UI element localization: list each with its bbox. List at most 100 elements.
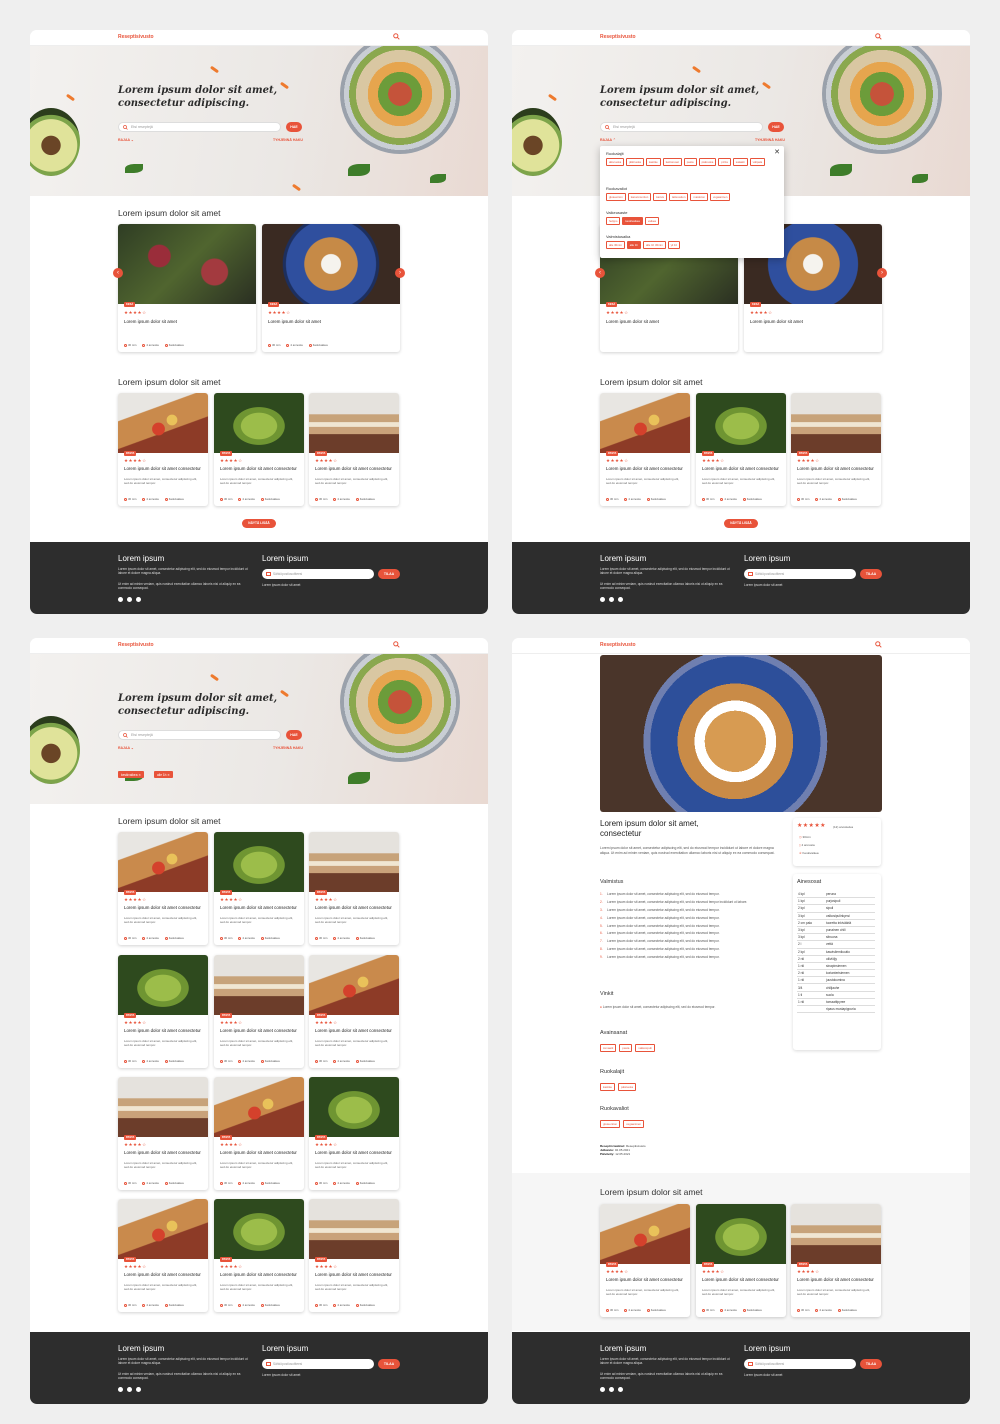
newsletter-email-input[interactable]: Sähköpostiosoitteesi	[744, 569, 856, 579]
recipe-title[interactable]: Lorem ipsum dolor sit amet consectetur	[220, 905, 300, 911]
recipe-card[interactable]: PASTA ★★★★☆ Lorem ipsum dolor sit amet c…	[600, 1204, 690, 1317]
logo[interactable]: Reseptisivusto	[118, 34, 154, 40]
newsletter-email-input[interactable]: Sähköpostiosoitteesi	[262, 1359, 374, 1369]
instagram-icon[interactable]	[609, 1387, 614, 1392]
filter-chip[interactable]: alkuruoka	[606, 158, 625, 166]
logo[interactable]: Reseptisivusto	[118, 642, 154, 648]
subscribe-button[interactable]: TILAA	[378, 569, 400, 579]
filter-chip[interactable]: pääruoka	[698, 158, 717, 166]
recipe-title[interactable]: Lorem ipsum dolor sit amet	[750, 319, 878, 325]
recipe-title[interactable]: Lorem ipsum dolor sit amet consectetur	[124, 1272, 204, 1278]
active-filter-chip[interactable]: keskivaikea ✕	[118, 771, 145, 778]
filter-chip[interactable]: alle 30min	[606, 241, 625, 249]
recipe-title[interactable]: Lorem ipsum dolor sit amet	[606, 319, 734, 325]
filter-chip[interactable]: alle 1h	[626, 241, 641, 249]
search-button[interactable]: HAE	[286, 730, 302, 740]
recipe-card[interactable]: PASTA ★★★★☆ Lorem ipsum dolor sit amet c…	[696, 1204, 786, 1317]
subscribe-button[interactable]: TILAA	[860, 1359, 882, 1369]
filter-chip[interactable]: kasvis	[653, 193, 668, 201]
recipe-title[interactable]: Lorem ipsum dolor sit amet	[124, 319, 252, 325]
instagram-icon[interactable]	[127, 1387, 132, 1392]
recipe-card[interactable]: PASTA ★★★★☆ Lorem ipsum dolor sit amet c…	[309, 832, 399, 945]
facebook-icon[interactable]	[118, 597, 123, 602]
filter-chip[interactable]: vegaaninen	[709, 193, 731, 201]
recipe-card[interactable]: PASTA ★★★★☆ Lorem ipsum dolor sit amet c…	[118, 1199, 208, 1312]
recipe-title[interactable]: Lorem ipsum dolor sit amet consectetur	[797, 1277, 877, 1283]
filter-chip[interactable]: helppo	[606, 217, 621, 225]
pinterest-icon[interactable]	[136, 1387, 141, 1392]
subscribe-button[interactable]: TILAA	[860, 569, 882, 579]
search-button[interactable]: HAE	[286, 122, 302, 132]
show-more-button[interactable]: NÄYTÄ LISÄÄ	[242, 519, 276, 528]
recipe-card[interactable]: PASTA ★★★★☆ Lorem ipsum dolor sit amet c…	[791, 393, 881, 506]
filter-chip[interactable]: keskivaikea	[622, 217, 643, 225]
recipe-title[interactable]: Lorem ipsum dolor sit amet consectetur	[220, 1028, 300, 1034]
filter-chip[interactable]: laktoositon	[669, 193, 689, 201]
recipe-card[interactable]: PASTA ★★★★☆ Lorem ipsum dolor sit amet c…	[214, 955, 304, 1068]
search-button[interactable]: HAE	[768, 122, 784, 132]
clear-search-link[interactable]: TYHJENNÄ HAKU	[755, 138, 785, 142]
tag-chip[interactable]: tomaatti	[600, 1044, 617, 1052]
recipe-title[interactable]: Lorem ipsum dolor sit amet consectetur	[124, 905, 204, 911]
recipe-title[interactable]: Lorem ipsum dolor sit amet consectetur	[124, 466, 204, 472]
filter-chip[interactable]: alle 1h 30min	[643, 241, 666, 249]
recipe-card[interactable]: KESÄ ★★★★☆ Lorem ipsum dolor sit amet 30…	[262, 224, 400, 352]
recipe-title[interactable]: Lorem ipsum dolor sit amet consectetur	[315, 466, 395, 472]
recipe-title[interactable]: Lorem ipsum dolor sit amet consectetur	[220, 466, 300, 472]
subscribe-button[interactable]: TILAA	[378, 1359, 400, 1369]
newsletter-email-input[interactable]: Sähköpostiosoitteesi	[744, 1359, 856, 1369]
recipe-title[interactable]: Lorem ipsum dolor sit amet consectetur	[606, 466, 686, 472]
logo[interactable]: Reseptisivusto	[600, 34, 636, 40]
filter-chip[interactable]: kananmuniton	[627, 193, 652, 201]
recipe-card[interactable]: PASTA ★★★★☆ Lorem ipsum dolor sit amet c…	[214, 832, 304, 945]
filter-chip[interactable]: vaikea	[644, 217, 659, 225]
recipe-title[interactable]: Lorem ipsum dolor sit amet consectetur	[124, 1150, 204, 1156]
carousel-next-button[interactable]: ›	[395, 268, 405, 278]
carousel-next-button[interactable]: ›	[877, 268, 887, 278]
recipe-title[interactable]: Lorem ipsum dolor sit amet	[268, 319, 396, 325]
carousel-prev-button[interactable]: ‹	[113, 268, 123, 278]
search-input[interactable]: Etsi reseptejä	[600, 122, 763, 132]
recipe-card[interactable]: PASTA ★★★★☆ Lorem ipsum dolor sit amet c…	[309, 1077, 399, 1190]
filter-chip[interactable]: jälkiruoka	[626, 158, 644, 166]
active-filter-chip[interactable]: alle 1h ✕	[154, 771, 173, 778]
carousel-prev-button[interactable]: ‹	[595, 268, 605, 278]
filter-chip[interactable]: maidoton	[690, 193, 708, 201]
filter-chip[interactable]: pizza	[718, 158, 731, 166]
recipe-card[interactable]: PASTA ★★★★☆ Lorem ipsum dolor sit amet c…	[118, 955, 208, 1068]
recipe-title[interactable]: Lorem ipsum dolor sit amet consectetur	[606, 1277, 686, 1283]
refine-toggle[interactable]: RAJAA ⌄	[118, 138, 134, 142]
facebook-icon[interactable]	[118, 1387, 123, 1392]
filter-chip[interactable]: yli 1h	[667, 241, 681, 249]
recipe-card[interactable]: KESÄ ★★★★☆ Lorem ipsum dolor sit amet 30…	[118, 224, 256, 352]
search-icon[interactable]	[393, 641, 400, 648]
refine-toggle[interactable]: RAJAA ⌄	[118, 746, 134, 750]
facebook-icon[interactable]	[600, 597, 605, 602]
recipe-card[interactable]: PASTA ★★★★☆ Lorem ipsum dolor sit amet c…	[214, 1199, 304, 1312]
tag-chip[interactable]: valkosipuli	[635, 1044, 655, 1052]
filter-chip[interactable]: kastike	[645, 158, 661, 166]
filter-chip[interactable]: salaatti	[732, 158, 748, 166]
search-input[interactable]: Etsi reseptejä	[118, 730, 281, 740]
pinterest-icon[interactable]	[618, 1387, 623, 1392]
filter-chip[interactable]: keittoruoat	[662, 158, 682, 166]
clear-search-link[interactable]: TYHJENNÄ HAKU	[273, 138, 303, 142]
rating-stars[interactable]: ★★★★★	[797, 822, 826, 829]
pinterest-icon[interactable]	[618, 597, 623, 602]
recipe-title[interactable]: Lorem ipsum dolor sit amet consectetur	[315, 905, 395, 911]
logo[interactable]: Reseptisivusto	[600, 642, 636, 648]
recipe-title[interactable]: Lorem ipsum dolor sit amet consectetur	[315, 1028, 395, 1034]
recipe-title[interactable]: Lorem ipsum dolor sit amet consectetur	[220, 1272, 300, 1278]
recipe-card[interactable]: PASTA ★★★★☆ Lorem ipsum dolor sit amet c…	[791, 1204, 881, 1317]
recipe-card[interactable]: PASTA ★★★★☆ Lorem ipsum dolor sit amet c…	[118, 832, 208, 945]
recipe-card[interactable]: PASTA ★★★★☆ Lorem ipsum dolor sit amet c…	[118, 1077, 208, 1190]
search-icon[interactable]	[393, 33, 400, 40]
search-icon[interactable]	[875, 641, 882, 648]
search-input[interactable]: Etsi reseptejä	[118, 122, 281, 132]
recipe-card[interactable]: PASTA ★★★★☆ Lorem ipsum dolor sit amet c…	[309, 1199, 399, 1312]
search-icon[interactable]	[875, 33, 882, 40]
tag-chip[interactable]: pääruoka	[618, 1083, 637, 1091]
newsletter-email-input[interactable]: Sähköpostiosoitteesi	[262, 569, 374, 579]
filter-chip[interactable]: gluteeniton	[606, 193, 626, 201]
tag-chip[interactable]: gluteeniton	[600, 1120, 621, 1128]
